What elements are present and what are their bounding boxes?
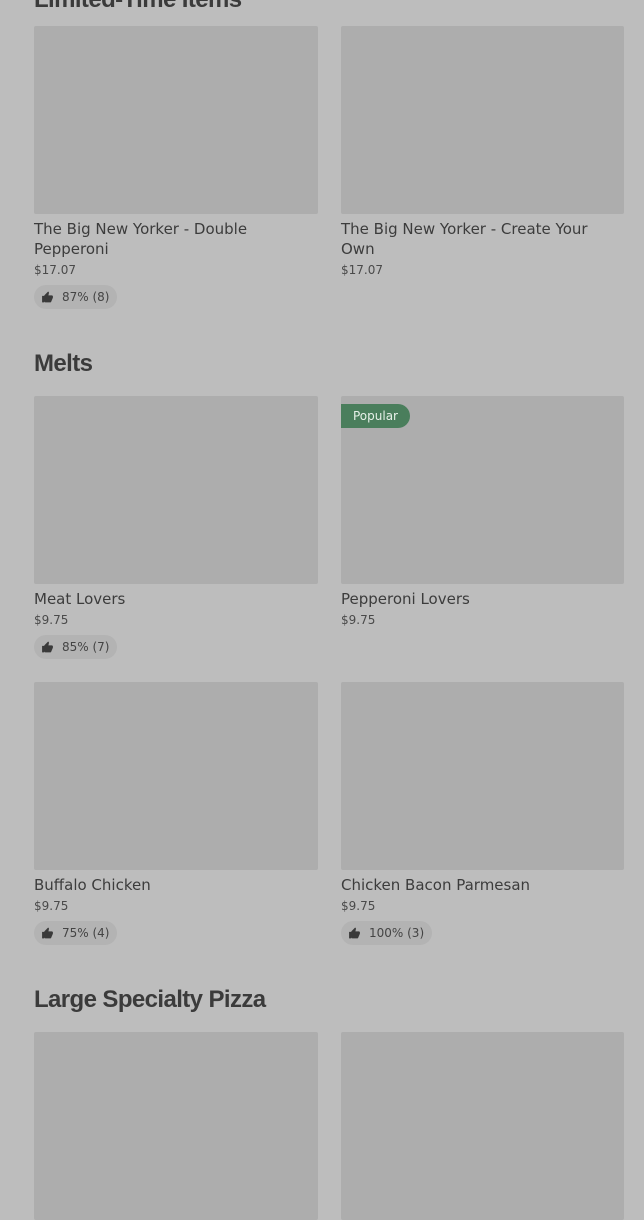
- item-image[interactable]: [341, 682, 624, 870]
- item-image[interactable]: Popular: [341, 396, 624, 584]
- menu-item-card[interactable]: The Big New Yorker - Double Pepperoni $1…: [34, 26, 318, 309]
- menu-item-card[interactable]: The Big New Yorker - Create Your Own $17…: [341, 26, 624, 278]
- section-title-limited-time-items: Limited-Time Items: [34, 0, 242, 14]
- item-price: $9.75: [341, 899, 376, 913]
- item-image[interactable]: [341, 26, 624, 214]
- item-price: $17.07: [34, 263, 76, 277]
- menu-item-card[interactable]: Buffalo Chicken $9.75 75% (4): [34, 682, 318, 945]
- menu-item-card[interactable]: Popular Pepperoni Lovers $9.75: [341, 396, 624, 628]
- rating-text: 85% (7): [62, 640, 110, 654]
- rating-text: 75% (4): [62, 926, 110, 940]
- item-name: The Big New Yorker - Create Your Own: [341, 220, 588, 258]
- rating-pill: 75% (4): [34, 921, 118, 945]
- item-image[interactable]: [34, 1032, 318, 1220]
- item-name: Meat Lovers: [34, 590, 126, 608]
- item-name: The Big New Yorker - Double Pepperoni: [34, 220, 248, 258]
- item-name: Chicken Bacon Parmesan: [341, 876, 531, 894]
- menu-item-card[interactable]: [341, 1032, 624, 1220]
- menu-item-card[interactable]: [34, 1032, 318, 1220]
- item-price: $9.75: [34, 613, 69, 627]
- item-image[interactable]: [34, 26, 318, 214]
- thumbs-up-icon: [349, 927, 360, 938]
- menu-item-card[interactable]: Meat Lovers $9.75 85% (7): [34, 396, 318, 659]
- menu-item-card[interactable]: Chicken Bacon Parmesan $9.75 100% (3): [341, 682, 624, 945]
- item-image[interactable]: [341, 1032, 624, 1220]
- thumbs-up-icon: [42, 927, 53, 938]
- rating-text: 100% (3): [369, 926, 425, 940]
- item-price: $17.07: [341, 263, 383, 277]
- section-title-large-specialty-pizza: Large Specialty Pizza: [34, 986, 266, 1013]
- section-title-melts: Melts: [34, 350, 93, 377]
- item-image[interactable]: [34, 396, 318, 584]
- item-name: Pepperoni Lovers: [341, 590, 470, 608]
- rating-pill: 100% (3): [341, 921, 433, 945]
- rating-pill: 87% (8): [34, 285, 118, 309]
- thumbs-up-icon: [42, 641, 53, 652]
- item-price: $9.75: [34, 899, 69, 913]
- item-image[interactable]: [34, 682, 318, 870]
- rating-text: 87% (8): [62, 290, 110, 304]
- thumbs-up-icon: [42, 291, 53, 302]
- rating-pill: 85% (7): [34, 635, 118, 659]
- item-name: Buffalo Chicken: [34, 876, 151, 894]
- popular-badge: Popular: [341, 404, 410, 428]
- item-price: $9.75: [341, 613, 376, 627]
